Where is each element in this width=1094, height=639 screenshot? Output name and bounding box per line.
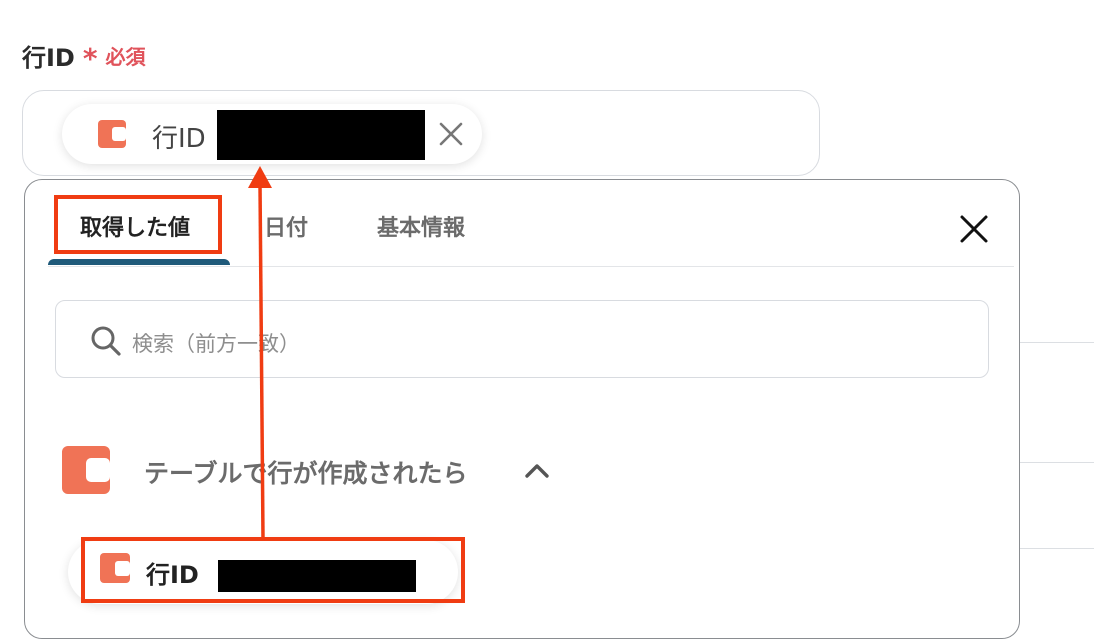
tab-basic-info[interactable]: 基本情報 [377, 210, 465, 242]
coda-logo-icon [62, 446, 110, 494]
highlight-box-item [81, 537, 465, 603]
required-text: 必須 [105, 45, 146, 69]
close-icon[interactable] [957, 212, 991, 246]
section-title[interactable]: テーブルで行が作成されたら [144, 454, 468, 490]
field-label-text: 行ID [22, 44, 75, 72]
field-label: 行ID * 必須 [22, 38, 146, 73]
tab-date[interactable]: 日付 [264, 210, 308, 242]
coda-logo-icon [98, 120, 126, 148]
background-divider [1020, 462, 1094, 463]
redacted-value [217, 110, 425, 160]
search-placeholder: 検索（前方一致） [132, 332, 300, 356]
value-chip[interactable]: 行ID [62, 104, 482, 164]
search-icon [91, 326, 121, 356]
required-star: * [82, 41, 98, 75]
highlight-box-tab [54, 195, 222, 254]
background-divider [1020, 342, 1094, 343]
close-icon[interactable] [436, 119, 466, 149]
chip-label: 行ID [152, 124, 206, 154]
active-tab-indicator [48, 259, 230, 265]
tab-divider [48, 266, 1014, 267]
chevron-up-icon[interactable] [524, 460, 550, 480]
background-divider [1020, 548, 1094, 549]
